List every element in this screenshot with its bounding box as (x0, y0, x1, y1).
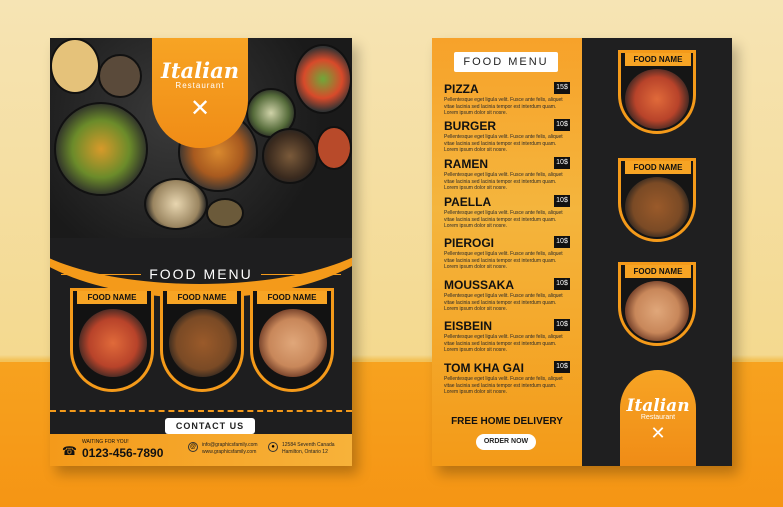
menu-item-desc: Pellentesque eget ligula velit. Fusce an… (444, 334, 563, 353)
menu-item-price: 10$ (554, 361, 570, 373)
food-card-label: FOOD NAME (625, 161, 691, 174)
menu-item-name: PAELLA (444, 195, 492, 209)
menu-item-name: PIEROGI (444, 236, 495, 250)
divider (260, 273, 341, 275)
menu-item-name: PIZZA (444, 82, 479, 96)
email-icon: @ (188, 442, 198, 452)
food-card[interactable]: FOOD NAME (250, 288, 334, 392)
fork-knife-icon: ✕ (650, 423, 666, 443)
menu-item[interactable]: BURGER 10$ Pellentesque eget ligula veli… (444, 119, 572, 153)
broccoli-dish (294, 44, 352, 114)
food-card-label: FOOD NAME (625, 53, 691, 66)
food-card[interactable]: FOOD NAME (618, 158, 696, 242)
menu-item[interactable]: PIEROGI 10$ Pellentesque eget ligula vel… (444, 236, 572, 270)
menu-item-price: 10$ (554, 119, 570, 131)
address-info: 12584 Seventh Canada Hamilton, Ontario 1… (282, 442, 335, 456)
wrap-image (259, 309, 327, 377)
food-card[interactable]: FOOD NAME (618, 262, 696, 346)
menu-item-price: 10$ (554, 236, 570, 248)
sauce-dish (98, 54, 142, 98)
menu-item-price: 10$ (554, 195, 570, 207)
food-card-label: FOOD NAME (167, 291, 237, 304)
restaurant-logo-badge: Italian Restaurant ✕ (152, 38, 248, 148)
dashed-divider (50, 410, 352, 412)
menu-item[interactable]: PAELLA 10$ Pellentesque eget ligula veli… (444, 195, 572, 229)
menu-item-desc: Pellentesque eget ligula velit. Fusce an… (444, 172, 563, 191)
phone-number[interactable]: 0123-456-7890 (82, 446, 163, 460)
menu-item-desc: Pellentesque eget ligula velit. Fusce an… (444, 134, 563, 153)
contact-us-button[interactable]: CONTACT US (165, 418, 255, 434)
phone-caption: WAITING FOR YOU! (82, 439, 129, 445)
logo-text: Italian (626, 396, 690, 416)
food-card-label: FOOD NAME (77, 291, 147, 304)
menu-title: FOOD MENU (149, 266, 253, 282)
spaghetti-image (625, 69, 689, 129)
meatball-image (169, 309, 237, 377)
logo-text: Italian (161, 58, 239, 83)
contact-footer: ☎ WAITING FOR YOU! 0123-456-7890 @ info@… (50, 434, 352, 466)
food-card-label: FOOD NAME (257, 291, 327, 304)
menu-title: FOOD MENU (454, 52, 558, 72)
menu-item[interactable]: PIZZA 15$ Pellentesque eget ligula velit… (444, 82, 572, 116)
rice-dish (50, 38, 100, 94)
food-card-label: FOOD NAME (625, 265, 691, 278)
divider (61, 273, 142, 275)
front-flyer: Italian Restaurant ✕ FOOD MENU FOOD NAME… (50, 38, 352, 466)
meatball-image (625, 177, 689, 237)
back-flyer: FOOD MENU PIZZA 15$ Pellentesque eget li… (432, 38, 732, 466)
spaghetti-image (79, 309, 147, 377)
wrap-image (625, 281, 689, 341)
email-line[interactable]: info@graphicsfamily.com (202, 442, 258, 449)
phone-icon: ☎ (62, 444, 77, 458)
menu-item-name: BURGER (444, 119, 497, 133)
order-now-button[interactable]: ORDER NOW (476, 434, 536, 450)
menu-item[interactable]: RAMEN 10$ Pellentesque eget ligula velit… (444, 157, 572, 191)
menu-item-name: EISBEIN (444, 319, 493, 333)
food-card[interactable]: FOOD NAME (618, 50, 696, 134)
email-info: info@graphicsfamily.com www.graphicsfami… (202, 442, 258, 456)
menu-item[interactable]: TOM KHA GAI 10$ Pellentesque eget ligula… (444, 361, 572, 395)
address-line: Hamilton, Ontario 12 (282, 449, 328, 455)
menu-item-name: TOM KHA GAI (444, 361, 524, 375)
restaurant-logo-badge: Italian Restaurant ✕ (620, 370, 696, 466)
menu-item-price: 10$ (554, 319, 570, 331)
location-icon: ● (268, 442, 278, 452)
address-line: 12584 Seventh Canada (282, 442, 335, 448)
delivery-heading: FREE HOME DELIVERY (451, 416, 563, 427)
fork-knife-icon: ✕ (189, 95, 211, 122)
menu-item[interactable]: EISBEIN 10$ Pellentesque eget ligula vel… (444, 319, 572, 353)
food-card[interactable]: FOOD NAME (70, 288, 154, 392)
menu-item-desc: Pellentesque eget ligula velit. Fusce an… (444, 376, 563, 395)
menu-item-desc: Pellentesque eget ligula velit. Fusce an… (444, 210, 563, 229)
menu-item-price: 10$ (554, 157, 570, 169)
menu-item-price: 10$ (554, 278, 570, 290)
menu-item-desc: Pellentesque eget ligula velit. Fusce an… (444, 293, 563, 312)
menu-item-desc: Pellentesque eget ligula velit. Fusce an… (444, 97, 563, 116)
menu-item-name: RAMEN (444, 157, 488, 171)
food-cards: FOOD NAME FOOD NAME FOOD NAME (70, 288, 340, 398)
menu-item-name: MOUSSAKA (444, 278, 515, 292)
menu-item-price: 15$ (554, 82, 570, 94)
menu-item-desc: Pellentesque eget ligula velit. Fusce an… (444, 251, 563, 270)
menu-item[interactable]: MOUSSAKA 10$ Pellentesque eget ligula ve… (444, 278, 572, 312)
website-line[interactable]: www.graphicsfamily.com (202, 449, 258, 456)
menu-heading: FOOD MENU (50, 264, 352, 284)
food-card[interactable]: FOOD NAME (160, 288, 244, 392)
